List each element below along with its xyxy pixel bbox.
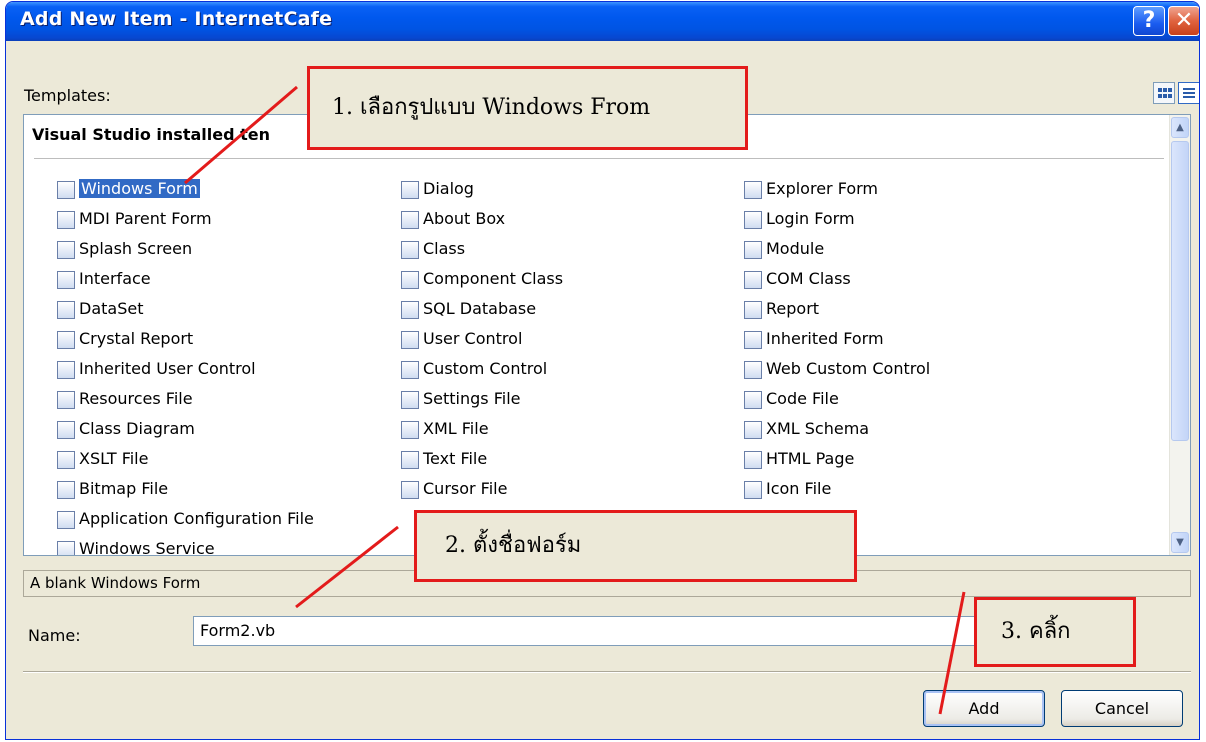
arrow-step3 xyxy=(938,591,966,715)
callout-step2: 2. ตั้งชื่อฟอร์ม xyxy=(414,510,857,582)
callout-step3: 3. คลิ้ก xyxy=(974,597,1136,667)
callout-step1: 1. เลือกรูปแบบ Windows From xyxy=(307,66,748,150)
arrow-step1 xyxy=(184,85,298,185)
arrow-step2 xyxy=(295,525,399,609)
